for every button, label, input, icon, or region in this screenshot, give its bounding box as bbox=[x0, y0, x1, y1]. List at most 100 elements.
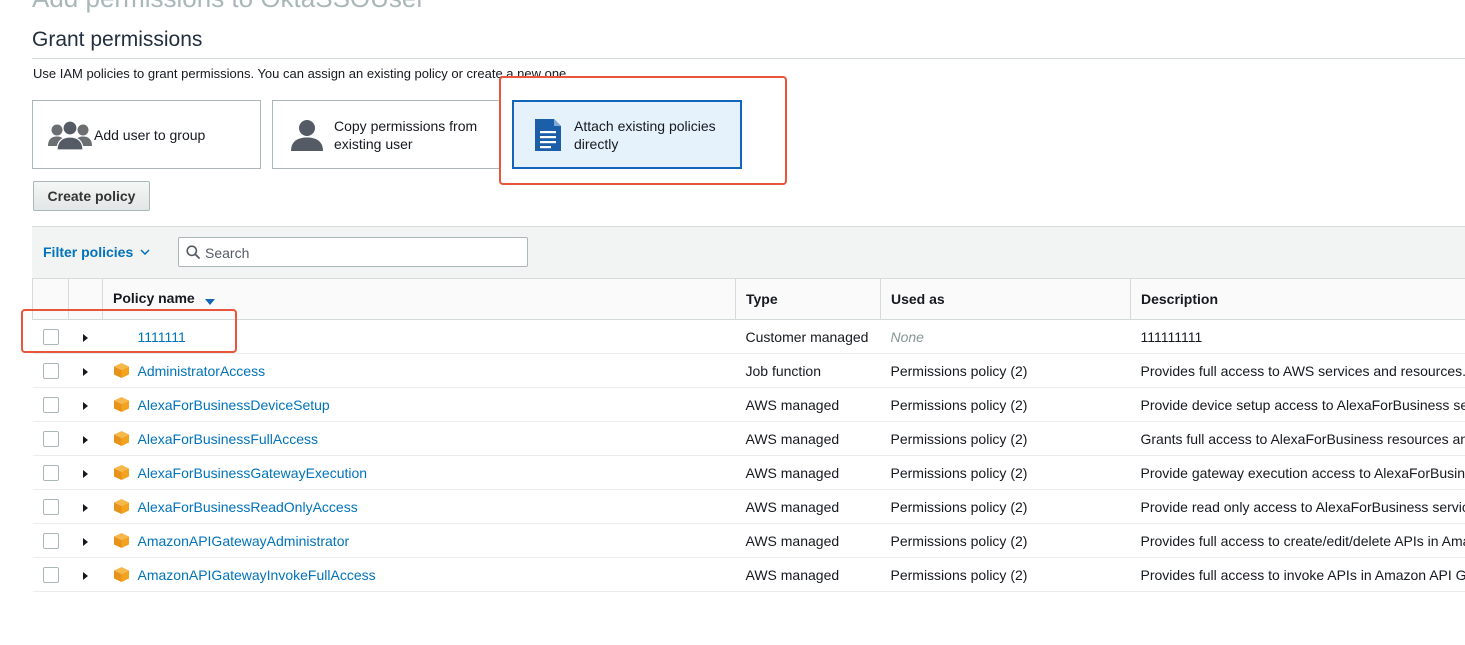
policy-name-link[interactable]: AlexaForBusinessReadOnlyAccess bbox=[138, 499, 358, 515]
row-select-cell bbox=[32, 489, 69, 524]
policy-rows: 1111111 Customer managed None 111111111 Admi… bbox=[32, 319, 1465, 592]
policy-name-link[interactable]: 1111111 bbox=[138, 329, 186, 345]
iam-add-permissions-page: Add permissions to OktaSSOUser Grant per… bbox=[0, 0, 1465, 645]
select-column-header bbox=[32, 278, 69, 320]
row-checkbox[interactable] bbox=[42, 397, 59, 414]
policy-name-cell: AlexaForBusinessGatewayExecution bbox=[102, 455, 736, 490]
row-expand-cell bbox=[68, 523, 103, 558]
row-select-cell bbox=[32, 387, 69, 422]
aws-package-icon bbox=[113, 464, 130, 481]
used-as-value: Permissions policy (2) bbox=[890, 396, 1028, 413]
type-column-header[interactable]: Type bbox=[735, 278, 881, 320]
policy-name-cell: AmazonAPIGatewayAdministrator bbox=[102, 523, 736, 558]
row-expand-cell bbox=[68, 387, 103, 422]
section-heading: Grant permissions bbox=[32, 28, 203, 51]
policy-type-cell: AWS managed bbox=[735, 489, 881, 524]
table-row[interactable]: AmazonAPIGatewayInvokeFullAccess AWS mana… bbox=[32, 557, 1465, 592]
used-as-value: Permissions policy (2) bbox=[890, 498, 1028, 515]
row-expand-cell bbox=[68, 557, 103, 592]
row-select-cell bbox=[32, 421, 69, 456]
policy-name-link[interactable]: AlexaForBusinessFullAccess bbox=[138, 431, 319, 447]
description-column-header[interactable]: Description bbox=[1130, 278, 1465, 320]
expand-caret-icon[interactable] bbox=[83, 333, 88, 342]
row-checkbox[interactable] bbox=[42, 431, 59, 448]
row-select-cell bbox=[32, 319, 69, 354]
copy-permissions-label: Copy permissions from existing user bbox=[334, 117, 478, 152]
table-row[interactable]: AlexaForBusinessReadOnlyAccess AWS manage… bbox=[32, 489, 1465, 524]
aws-package-icon bbox=[113, 532, 130, 549]
sort-descending-icon bbox=[204, 292, 215, 308]
policy-type-cell: AWS managed bbox=[735, 557, 881, 592]
table-row[interactable]: AlexaForBusinessDeviceSetup AWS managed Pe… bbox=[32, 387, 1465, 422]
used-as-column-header[interactable]: Used as bbox=[880, 278, 1131, 320]
policy-name-link[interactable]: AdministratorAccess bbox=[138, 363, 266, 379]
row-expand-cell bbox=[68, 421, 103, 456]
policy-name-cell: AdministratorAccess bbox=[102, 353, 736, 388]
filter-policies-dropdown[interactable]: Filter policies bbox=[43, 244, 150, 260]
policy-name-column-header[interactable]: Policy name bbox=[102, 278, 736, 320]
used-as-value: Permissions policy (2) bbox=[890, 464, 1028, 481]
policy-used-as-cell: None bbox=[880, 319, 1131, 354]
policy-used-as-cell: Permissions policy (2) bbox=[880, 387, 1131, 422]
expand-caret-icon[interactable] bbox=[83, 367, 88, 376]
filter-policies-label: Filter policies bbox=[43, 244, 134, 260]
policy-used-as-cell: Permissions policy (2) bbox=[880, 455, 1131, 490]
policy-name-link[interactable]: AlexaForBusinessDeviceSetup bbox=[138, 397, 330, 413]
expand-caret-icon[interactable] bbox=[83, 469, 88, 478]
row-expand-cell bbox=[68, 353, 103, 388]
policy-name-header-label: Policy name bbox=[113, 290, 195, 307]
policy-used-as-cell: Permissions policy (2) bbox=[880, 353, 1131, 388]
table-row[interactable]: AdministratorAccess Job function Permissio… bbox=[32, 353, 1465, 388]
policy-description-cell: Provide device setup access to AlexaForB… bbox=[1130, 387, 1465, 422]
used-as-value: None bbox=[890, 328, 924, 345]
used-as-value: Permissions policy (2) bbox=[890, 566, 1028, 583]
policy-type-cell: AWS managed bbox=[735, 387, 881, 422]
policy-name-link[interactable]: AlexaForBusinessGatewayExecution bbox=[138, 465, 368, 481]
expand-column-header bbox=[68, 278, 103, 320]
search-box bbox=[178, 237, 528, 267]
expand-caret-icon[interactable] bbox=[83, 401, 88, 410]
add-user-to-group-option[interactable]: Add user to group bbox=[32, 100, 261, 169]
search-input[interactable] bbox=[203, 240, 525, 266]
row-select-cell bbox=[32, 455, 69, 490]
policy-type-cell: AWS managed bbox=[735, 455, 881, 490]
policy-name-link[interactable]: AmazonAPIGatewayAdministrator bbox=[138, 533, 350, 549]
policy-description-cell: Provides full access to AWS services and… bbox=[1130, 353, 1465, 388]
expand-caret-icon[interactable] bbox=[83, 435, 88, 444]
policy-type-cell: AWS managed bbox=[735, 421, 881, 456]
copy-permissions-option[interactable]: Copy permissions from existing user bbox=[272, 100, 501, 169]
search-icon bbox=[186, 245, 200, 264]
aws-package-icon bbox=[113, 362, 130, 379]
attach-existing-policies-label: Attach existing policies directly bbox=[574, 117, 716, 152]
policy-description-cell: 111111111 bbox=[1130, 319, 1465, 354]
row-expand-cell bbox=[68, 489, 103, 524]
add-user-to-group-label: Add user to group bbox=[94, 126, 206, 143]
row-checkbox[interactable] bbox=[42, 567, 59, 584]
row-checkbox[interactable] bbox=[42, 465, 59, 482]
row-checkbox[interactable] bbox=[42, 499, 59, 516]
aws-package-icon bbox=[113, 566, 130, 583]
used-as-value: Permissions policy (2) bbox=[890, 532, 1028, 549]
page-title: Add permissions to OktaSSOUser bbox=[32, 0, 425, 12]
expand-caret-icon[interactable] bbox=[83, 571, 88, 580]
policy-name-cell: AlexaForBusinessReadOnlyAccess bbox=[102, 489, 736, 524]
policy-name-link[interactable]: AmazonAPIGatewayInvokeFullAccess bbox=[138, 567, 376, 583]
attach-existing-policies-option[interactable]: Attach existing policies directly bbox=[512, 100, 742, 169]
row-checkbox[interactable] bbox=[42, 363, 59, 380]
help-text: Use IAM policies to grant permissions. Y… bbox=[33, 66, 570, 81]
expand-caret-icon[interactable] bbox=[83, 537, 88, 546]
policy-used-as-cell: Permissions policy (2) bbox=[880, 421, 1131, 456]
table-row[interactable]: AlexaForBusinessFullAccess AWS managed Per… bbox=[32, 421, 1465, 456]
row-select-cell bbox=[32, 353, 69, 388]
expand-caret-icon[interactable] bbox=[83, 503, 88, 512]
policy-type-cell: AWS managed bbox=[735, 523, 881, 558]
table-row[interactable]: AmazonAPIGatewayAdministrator AWS managed… bbox=[32, 523, 1465, 558]
create-policy-button[interactable]: Create policy bbox=[33, 181, 150, 211]
row-checkbox[interactable] bbox=[42, 329, 59, 346]
row-checkbox[interactable] bbox=[42, 533, 59, 550]
policy-description-cell: Provides full access to invoke APIs in A… bbox=[1130, 557, 1465, 592]
table-row[interactable]: 1111111 Customer managed None 111111111 bbox=[32, 319, 1465, 354]
used-as-value: Permissions policy (2) bbox=[890, 430, 1028, 447]
policy-table: Policy name Type Used as Description 111… bbox=[32, 278, 1465, 592]
table-row[interactable]: AlexaForBusinessGatewayExecution AWS mana… bbox=[32, 455, 1465, 490]
